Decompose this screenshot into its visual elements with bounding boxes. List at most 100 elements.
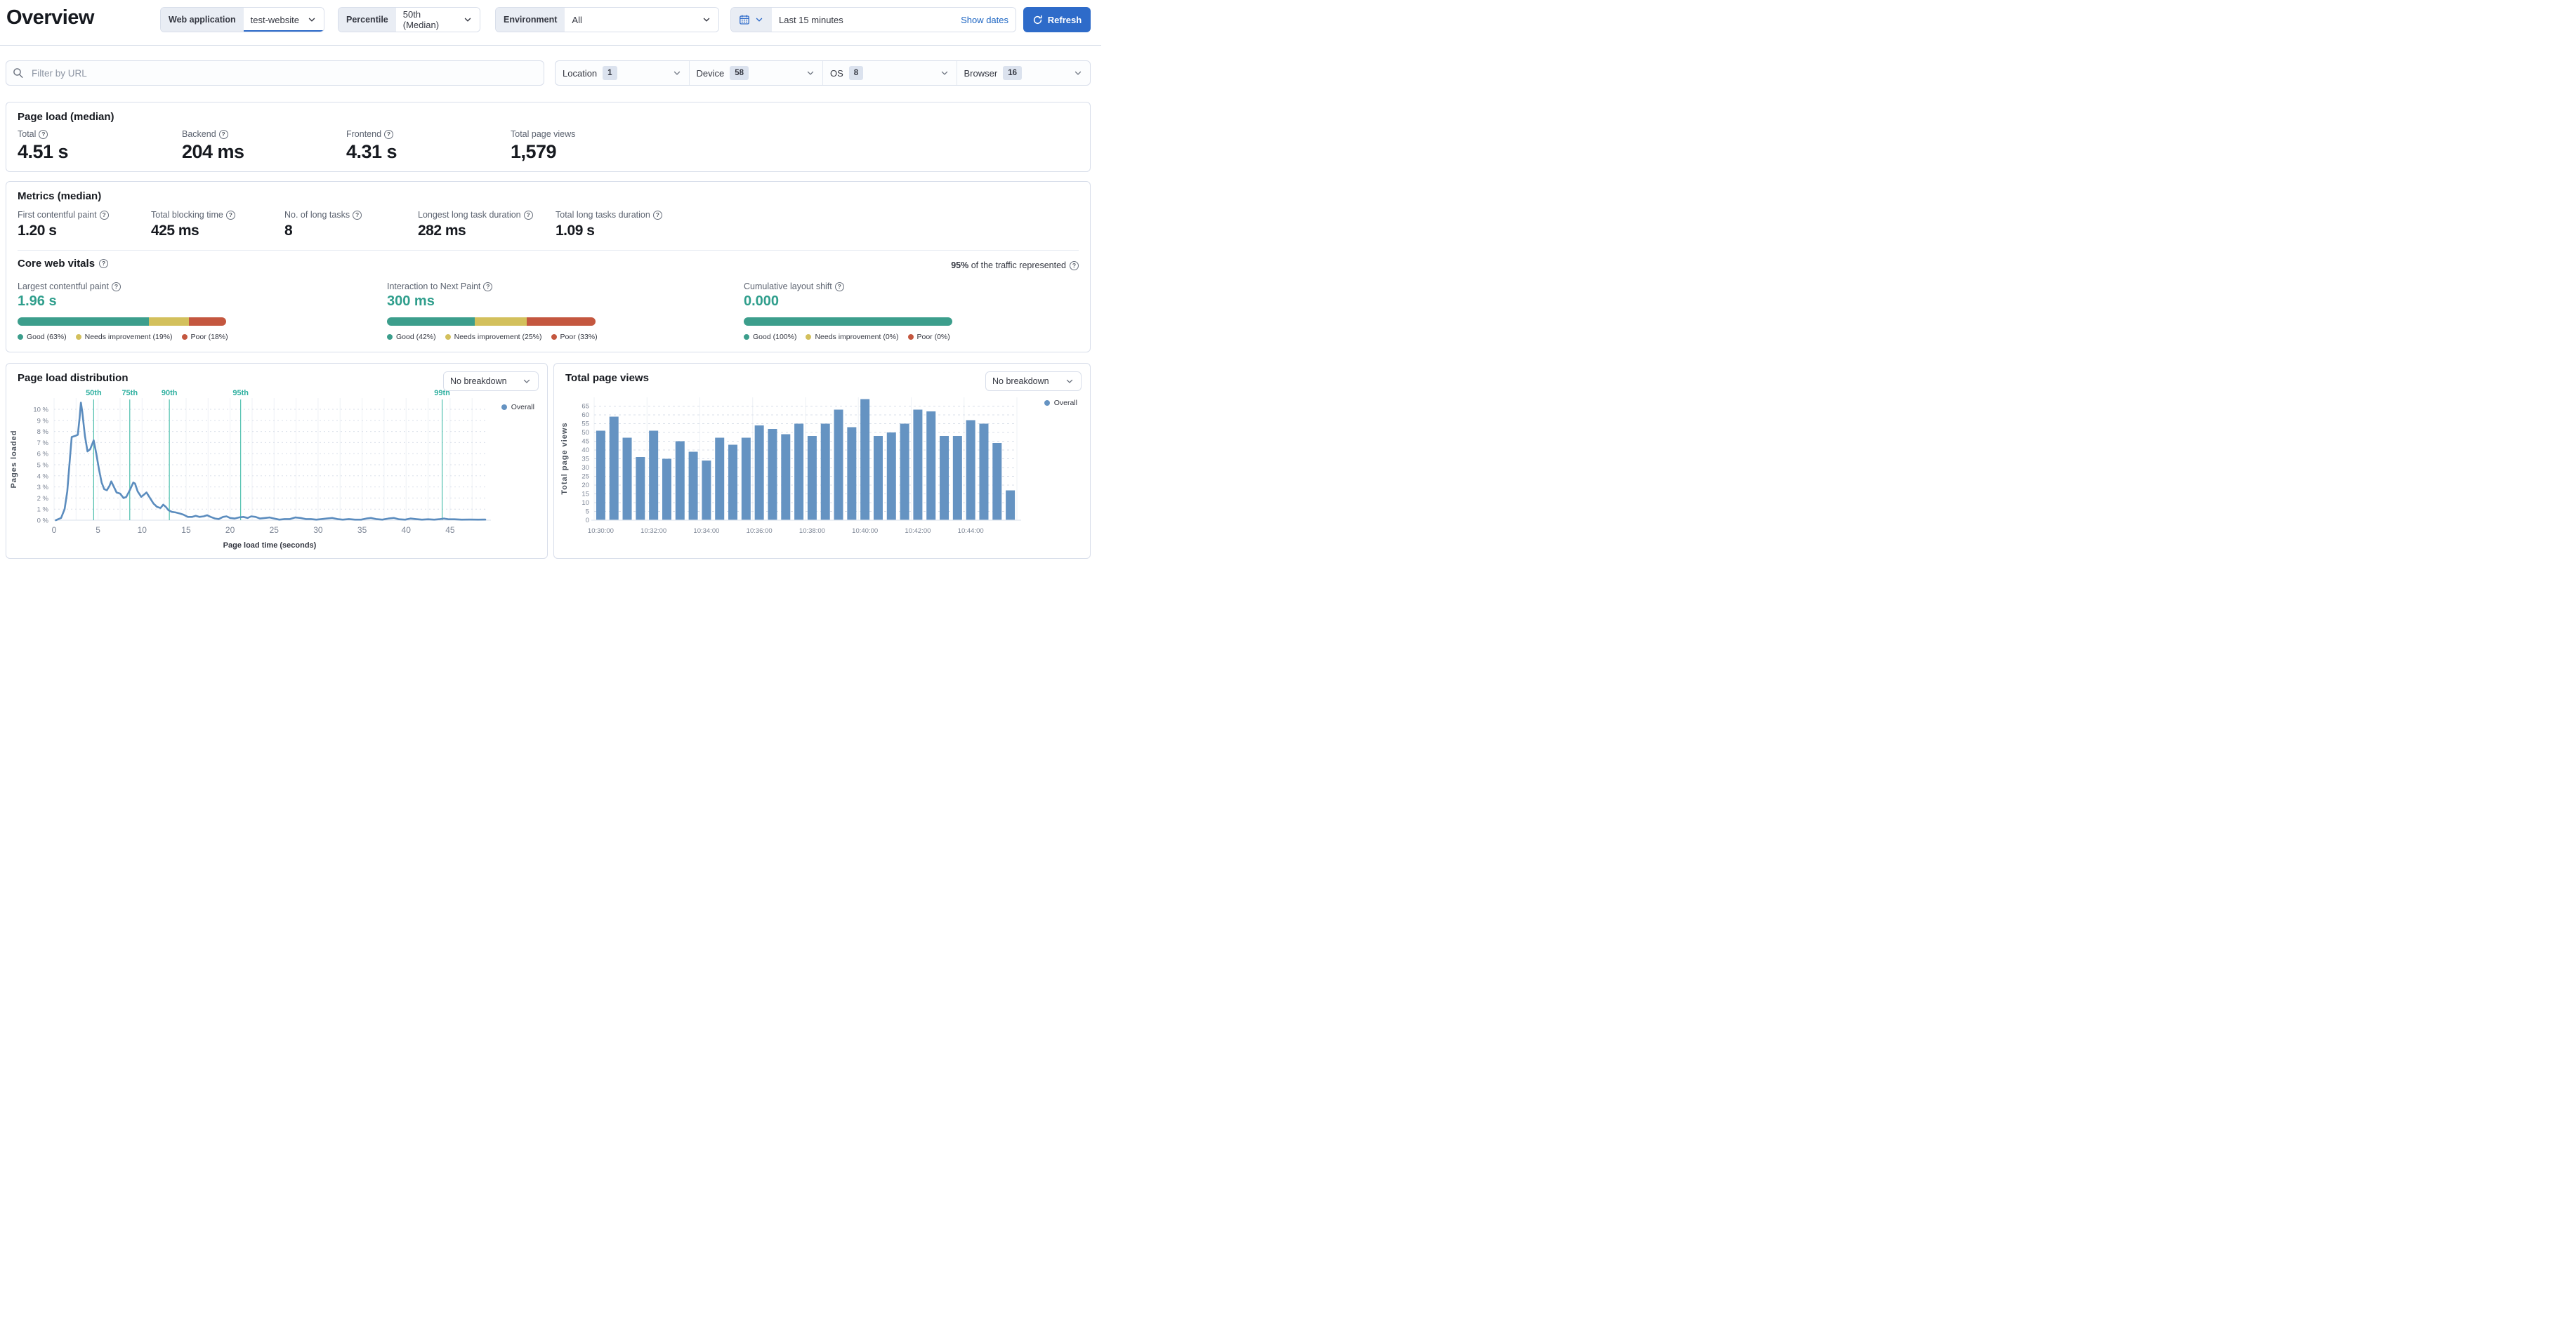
svg-text:40: 40 — [402, 525, 412, 535]
web-application-label: Web application — [161, 8, 244, 32]
svg-text:5: 5 — [96, 525, 100, 535]
percentile-select[interactable]: Percentile 50th (Median) — [338, 7, 480, 32]
breakdown-select[interactable]: No breakdown — [443, 371, 539, 391]
core-web-vital-bar — [18, 317, 226, 326]
legend-overall[interactable]: Overall — [1044, 399, 1077, 407]
svg-text:7 %: 7 % — [37, 439, 49, 447]
svg-text:60: 60 — [581, 411, 589, 419]
stat-value: 8 — [284, 223, 293, 239]
svg-text:55: 55 — [581, 421, 589, 428]
breakdown-select[interactable]: No breakdown — [985, 371, 1082, 391]
metrics-panel: Metrics (median) First contentful paint?… — [6, 181, 1091, 352]
filter-label: Location — [563, 67, 598, 79]
page-load-distribution-chart[interactable]: 0 % 1 % 2 % 3 % 4 % 5 % 6 % 7 % 8 % 9 % 10 % 0 5 10 15… — [6, 364, 548, 560]
stat-total-page-views: Total page views 1,579 — [511, 129, 576, 162]
count-badge: 1 — [603, 66, 617, 80]
help-icon[interactable]: ? — [1070, 260, 1079, 270]
svg-text:Total page views: Total page views — [560, 422, 569, 494]
filter-browser[interactable]: Browser 16 — [956, 61, 1091, 85]
svg-text:0: 0 — [586, 517, 589, 524]
total-page-views-chart[interactable]: 051015 20253035 40455055 6065 10:30:00 10:32:… — [554, 364, 1091, 560]
filter-label: Device — [696, 67, 725, 79]
vital-cls: Cumulative layout shift? 0.000 Good (100… — [744, 282, 952, 341]
legend-poor: Poor (0%) — [907, 333, 950, 341]
svg-text:75th: 75th — [121, 389, 138, 397]
svg-text:Page load time (seconds): Page load time (seconds) — [223, 541, 317, 550]
svg-text:25: 25 — [581, 473, 589, 481]
svg-text:20: 20 — [225, 525, 235, 535]
svg-text:10:40:00: 10:40:00 — [852, 527, 878, 535]
svg-text:2 %: 2 % — [37, 495, 49, 503]
focus-underline — [243, 30, 324, 32]
svg-text:6 %: 6 % — [37, 451, 49, 458]
total-page-views-panel: 0 5 10 15 20 25 30 35 40 45 50 55 60 65 10:30:00 10:32:… — [553, 363, 1091, 559]
vital-value: 1.96 s — [18, 293, 57, 309]
stat-value: 4.51 s — [18, 141, 69, 162]
stat-tbt: Total blocking time? 425 ms — [151, 210, 235, 239]
help-icon[interactable]: ? — [834, 282, 844, 291]
refresh-icon — [1033, 15, 1042, 24]
date-picker[interactable]: Last 15 minutes Show dates — [730, 7, 1016, 32]
date-quick-select-button[interactable] — [731, 8, 772, 32]
svg-text:25: 25 — [270, 525, 280, 535]
filter-label: OS — [830, 67, 843, 79]
chevron-down-icon — [1075, 71, 1082, 75]
svg-text:10:32:00: 10:32:00 — [640, 527, 666, 535]
svg-text:65: 65 — [581, 403, 589, 411]
vital-inp: Interaction to Next Paint? 300 ms Good (… — [387, 282, 598, 341]
panel-title: Page load (median) — [18, 111, 114, 123]
svg-text:Pages loaded: Pages loaded — [10, 430, 18, 489]
svg-text:4 %: 4 % — [37, 472, 49, 480]
core-web-vital-bar — [744, 317, 952, 326]
svg-text:45: 45 — [581, 438, 589, 446]
svg-text:3 %: 3 % — [37, 484, 49, 491]
svg-text:15: 15 — [581, 491, 589, 498]
help-icon[interactable]: ? — [523, 210, 533, 220]
user-experience-overview-page: Overview Web application test-website Pe… — [0, 0, 1101, 563]
filter-location[interactable]: Location 1 — [556, 61, 689, 85]
time-range-value[interactable]: Last 15 minutes — [779, 15, 957, 25]
help-icon[interactable]: ? — [111, 282, 121, 291]
count-badge: 16 — [1003, 66, 1022, 80]
help-icon[interactable]: ? — [218, 129, 228, 139]
svg-text:35: 35 — [357, 525, 367, 535]
legend-needs-improvement: Needs improvement (25%) — [445, 333, 542, 341]
help-icon[interactable]: ? — [652, 210, 662, 220]
chevron-down-icon — [756, 18, 763, 22]
svg-text:10:44:00: 10:44:00 — [958, 527, 984, 535]
svg-text:15: 15 — [181, 525, 191, 535]
show-dates-link[interactable]: Show dates — [961, 15, 1008, 25]
filter-device[interactable]: Device 58 — [688, 61, 823, 85]
help-icon[interactable]: ? — [384, 129, 394, 139]
help-icon[interactable]: ? — [225, 210, 235, 220]
help-icon[interactable]: ? — [353, 210, 362, 220]
svg-text:50th: 50th — [86, 389, 102, 397]
url-filter-input[interactable] — [6, 60, 544, 86]
svg-text:95th: 95th — [232, 389, 249, 397]
environment-select[interactable]: Environment All — [495, 7, 719, 32]
svg-text:30: 30 — [581, 464, 589, 472]
help-icon[interactable]: ? — [99, 259, 109, 268]
legend-needs-improvement: Needs improvement (0%) — [806, 333, 899, 341]
help-icon[interactable]: ? — [483, 282, 493, 291]
filter-dropdown-group: Location 1 Device 58 OS 8 Browser 16 — [555, 60, 1091, 86]
legend-poor: Poor (18%) — [181, 333, 228, 341]
svg-text:0: 0 — [52, 525, 57, 535]
svg-text:20: 20 — [581, 482, 589, 489]
help-icon[interactable]: ? — [39, 129, 48, 139]
stat-value: 425 ms — [151, 223, 199, 239]
refresh-button[interactable]: Refresh — [1023, 7, 1091, 32]
svg-text:5: 5 — [586, 508, 589, 516]
legend-overall[interactable]: Overall — [501, 403, 534, 411]
stat-backend: Backend? 204 ms — [182, 129, 244, 162]
filter-os[interactable]: OS 8 — [822, 61, 957, 85]
help-icon[interactable]: ? — [99, 210, 109, 220]
filter-label: Browser — [964, 67, 998, 79]
svg-text:10:38:00: 10:38:00 — [799, 527, 825, 535]
count-badge: 8 — [848, 66, 864, 80]
web-application-select[interactable]: Web application test-website — [160, 7, 324, 32]
svg-text:1 %: 1 % — [37, 506, 49, 514]
header-bar: Overview Web application test-website Pe… — [0, 0, 1101, 46]
svg-text:50: 50 — [581, 429, 589, 437]
stat-value: 282 ms — [418, 223, 466, 239]
